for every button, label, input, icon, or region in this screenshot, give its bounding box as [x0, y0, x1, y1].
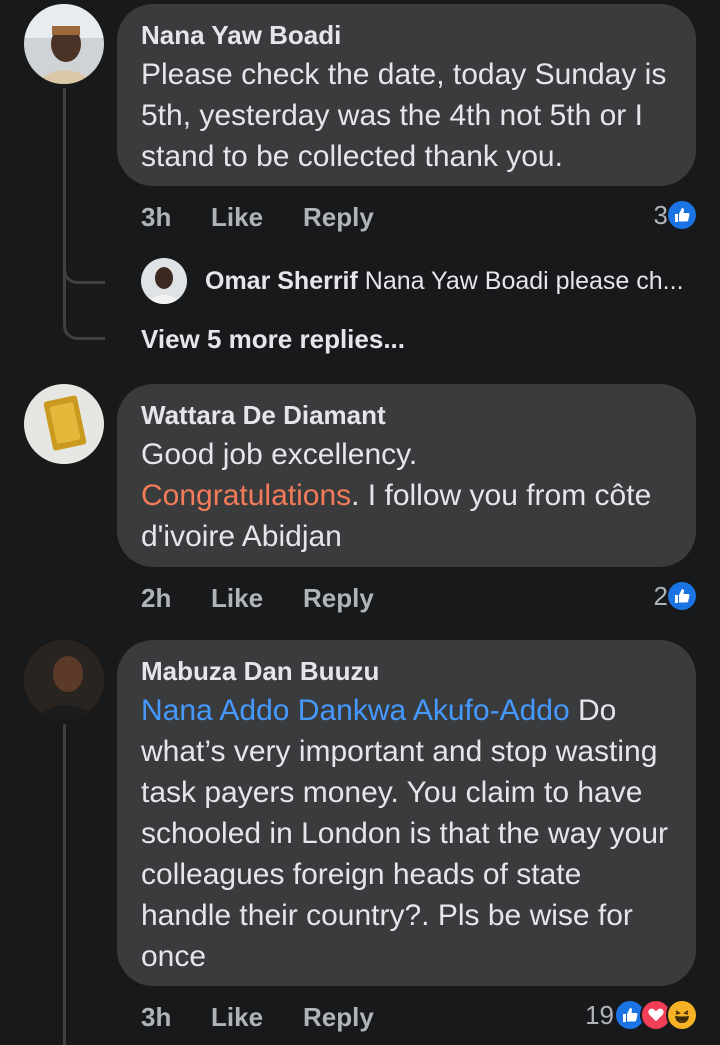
thread-line [63, 724, 66, 1045]
reaction-count: 19 [585, 999, 614, 1030]
mention-link[interactable]: Nana Addo Dankwa Akufo-Addo [141, 694, 570, 727]
comment-actions: 3h Like Reply [141, 197, 393, 237]
comment-actions: 3h Like Reply [141, 997, 393, 1037]
like-button[interactable]: Like [211, 1002, 303, 1033]
comment-text: Nana Addo Dankwa Akufo-Addo Do what’s ve… [141, 690, 672, 977]
comment-actions: 2h Like Reply [141, 578, 393, 618]
comment-author[interactable]: Nana Yaw Boadi [141, 20, 672, 50]
reply-text: Omar Sherrif Nana Yaw Boadi please ch... [205, 267, 684, 296]
view-more-replies-link[interactable]: View 5 more replies... [141, 324, 405, 355]
reply-button[interactable]: Reply [303, 1002, 393, 1033]
reply-snippet: Nana Yaw Boadi please ch... [364, 266, 684, 295]
like-button[interactable]: Like [211, 583, 303, 614]
like-icon [666, 580, 698, 612]
comment-text: Please check the date, today Sunday is 5… [141, 58, 667, 173]
like-button[interactable]: Like [211, 202, 303, 233]
comment-author[interactable]: Wattara De Diamant [141, 400, 672, 430]
comment-time[interactable]: 3h [141, 1002, 211, 1033]
reply-button[interactable]: Reply [303, 583, 393, 614]
reaction-summary[interactable]: 19 [585, 995, 698, 1035]
reply-button[interactable]: Reply [303, 202, 393, 233]
comment-text-line: Good job excellency. [141, 438, 418, 471]
haha-icon [666, 999, 698, 1031]
comment-bubble[interactable]: Mabuza Dan Buuzu Nana Addo Dankwa Akufo-… [117, 640, 696, 986]
thread-line [63, 88, 66, 323]
thread-connector [63, 240, 105, 284]
like-icon [666, 199, 698, 231]
avatar[interactable] [141, 258, 187, 304]
comment-text-rest: Do what’s very important and stop wastin… [141, 694, 669, 973]
comment-time[interactable]: 2h [141, 583, 211, 614]
comment-bubble[interactable]: Nana Yaw Boadi Please check the date, to… [117, 4, 696, 186]
comment-bubble[interactable]: Wattara De Diamant Good job excellency. C… [117, 384, 696, 567]
reaction-summary[interactable]: 3 [654, 195, 698, 235]
reply-author[interactable]: Omar Sherrif [205, 267, 358, 295]
avatar[interactable] [24, 4, 104, 84]
avatar[interactable] [24, 640, 104, 720]
comment-text: Good job excellency. Congratulations. I f… [141, 434, 672, 557]
reply-preview[interactable]: Omar Sherrif Nana Yaw Boadi please ch... [141, 258, 684, 304]
thread-connector [63, 296, 105, 340]
comment-time[interactable]: 3h [141, 202, 211, 233]
comment-author[interactable]: Mabuza Dan Buuzu [141, 656, 672, 686]
reaction-summary[interactable]: 2 [654, 576, 698, 616]
comments-page: Nana Yaw Boadi Please check the date, to… [0, 0, 720, 1045]
highlight-word: Congratulations [141, 479, 352, 512]
avatar[interactable] [24, 384, 104, 464]
